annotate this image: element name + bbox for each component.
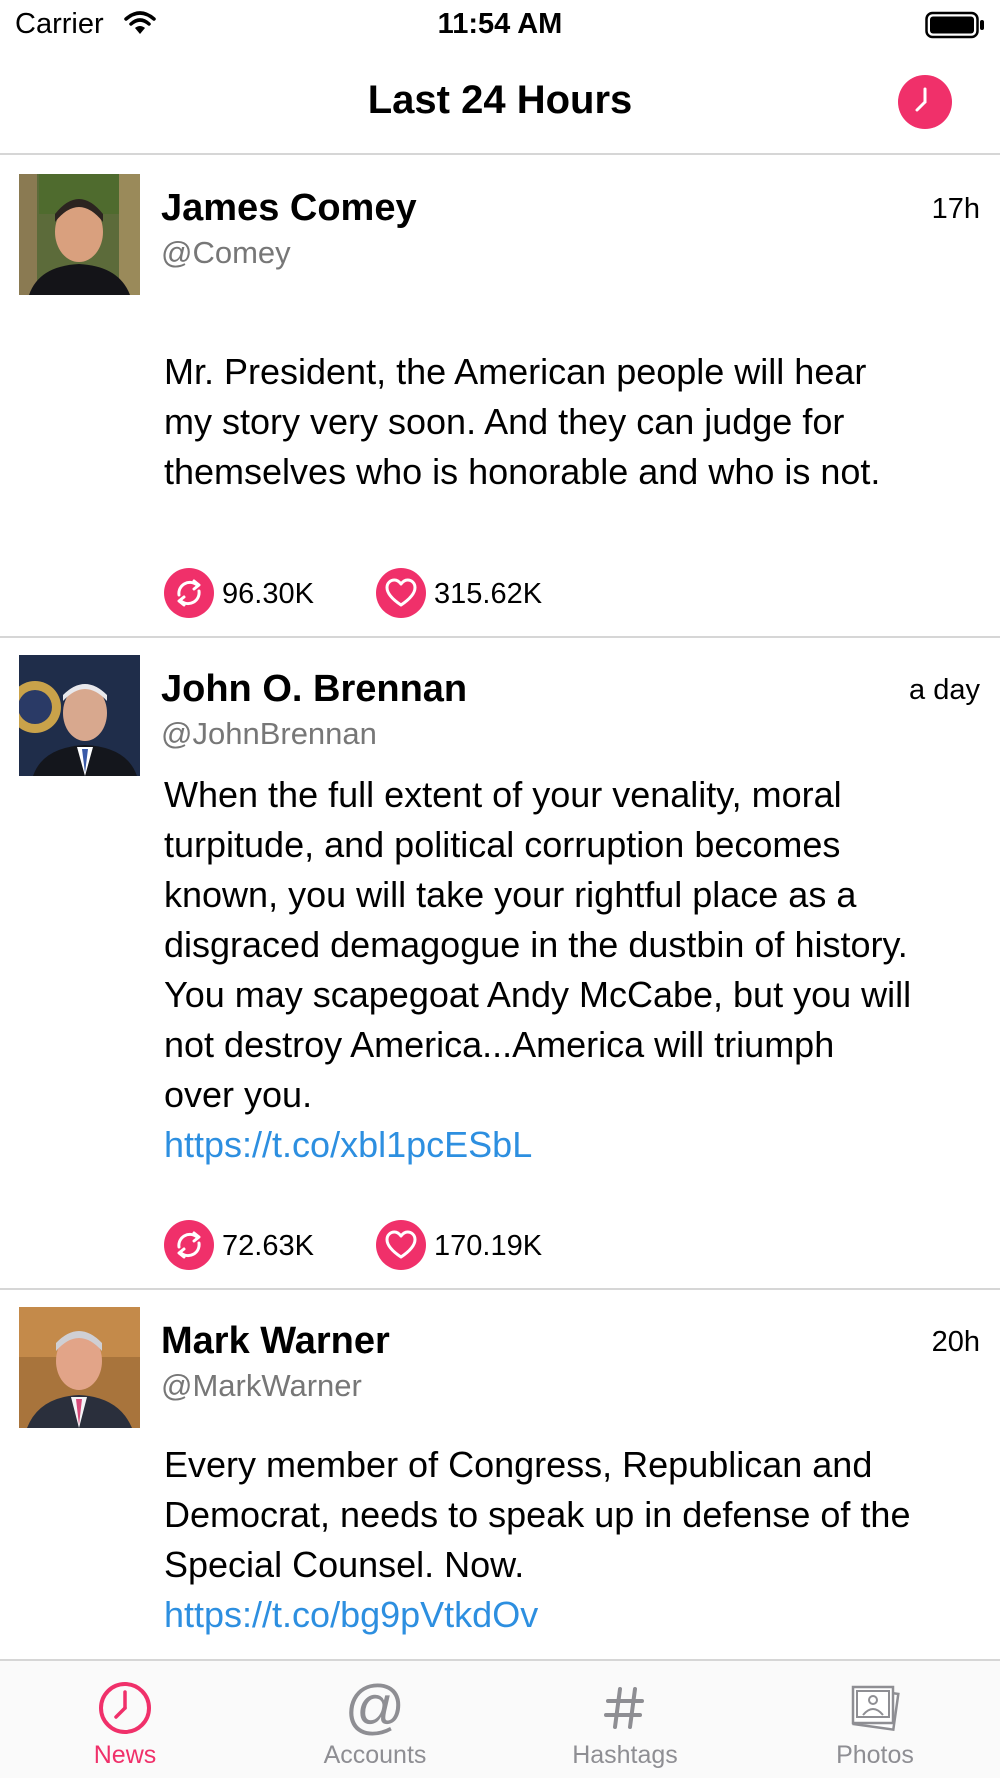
tweet-text-line: known, you will take your rightful place… <box>164 874 857 915</box>
author-handle[interactable]: @JohnBrennan <box>161 716 377 752</box>
tweet-time: 20h <box>931 1326 980 1358</box>
retweet-icon <box>177 579 201 607</box>
tweet-card[interactable]: John O. Brennan @JohnBrennan a day When … <box>0 638 1000 1290</box>
like-count: 170.19K <box>434 1230 543 1262</box>
author-name[interactable]: James Comey <box>161 187 417 230</box>
tweet-text-line: Democrat, needs to speak up in defense o… <box>164 1494 911 1535</box>
tab-label: Accounts <box>323 1741 427 1769</box>
author-handle[interactable]: @Comey <box>161 235 291 271</box>
retweet-count: 96.30K <box>222 578 314 610</box>
tweet-text-line: over you. <box>164 1074 313 1115</box>
tweet-text-line: themselves who is honorable and who is n… <box>164 451 881 492</box>
tweet-card[interactable]: James Comey @Comey 17h Mr. President, th… <box>0 157 1000 638</box>
tab-label: News <box>93 1741 157 1769</box>
heart-icon <box>385 578 417 607</box>
clock-icon <box>99 1682 151 1734</box>
photos-icon <box>851 1685 900 1732</box>
author-name[interactable]: Mark Warner <box>161 1320 390 1363</box>
tweet-link[interactable]: https://t.co/xbl1pcESbL <box>164 1120 994 1170</box>
tweet-time: a day <box>909 674 980 706</box>
tweet-text-line: When the full extent of your venality, m… <box>164 774 842 815</box>
tab-bar: News @ Accounts Hashtags Photos <box>0 1659 1000 1778</box>
avatar[interactable] <box>19 655 140 776</box>
tweet-text: When the full extent of your venality, m… <box>164 770 994 1170</box>
like-count: 315.62K <box>434 578 543 610</box>
author-handle[interactable]: @MarkWarner <box>161 1368 362 1404</box>
tweet-text-line: Special Counsel. Now. <box>164 1544 525 1585</box>
author-name[interactable]: John O. Brennan <box>161 668 467 711</box>
tweet-card[interactable]: Mark Warner @MarkWarner 20h Every member… <box>0 1290 1000 1659</box>
tweet-text-line: not destroy America...America will trium… <box>164 1024 835 1065</box>
svg-text:@: @ <box>346 1679 404 1737</box>
time-filter-button[interactable] <box>898 75 952 129</box>
page-title: Last 24 Hours <box>367 78 633 122</box>
tab-label: Hashtags <box>572 1741 678 1769</box>
tab-news[interactable]: News <box>0 1661 250 1778</box>
navigation-bar: Last 24 Hours <box>0 50 1000 155</box>
status-time: 11:54 AM <box>437 8 563 40</box>
retweet-icon <box>177 1231 201 1259</box>
tweet-text-line: turpitude, and political corruption beco… <box>164 824 841 865</box>
tab-photos[interactable]: Photos <box>750 1661 1000 1778</box>
heart-icon <box>385 1230 417 1259</box>
status-bar: Carrier 11:54 AM <box>0 0 1000 50</box>
battery-icon <box>925 11 984 39</box>
avatar[interactable] <box>19 1307 140 1428</box>
tweet-text-line: Mr. President, the American people will … <box>164 351 867 392</box>
tweet-text-line: Every member of Congress, Republican and <box>164 1444 873 1485</box>
tweet-text-line: my story very soon. And they can judge f… <box>164 401 845 442</box>
tab-label: Photos <box>836 1741 914 1769</box>
clock-icon <box>915 87 927 112</box>
at-sign-icon: @ <box>346 1679 404 1737</box>
tweet-link[interactable]: https://t.co/bg9pVtkdOv <box>164 1590 994 1640</box>
tab-hashtags[interactable]: Hashtags <box>500 1661 750 1778</box>
retweet-count: 72.63K <box>222 1230 314 1262</box>
avatar[interactable] <box>19 174 140 295</box>
tweet-text-line: disgraced demagogue in the dustbin of hi… <box>164 924 908 965</box>
tab-accounts[interactable]: @ Accounts <box>250 1661 500 1778</box>
tweet-text: Mr. President, the American people will … <box>164 347 994 497</box>
tweet-time: 17h <box>931 193 980 225</box>
tweet-text-line: You may scapegoat Andy McCabe, but you w… <box>164 974 912 1015</box>
hashtag-icon <box>604 1687 644 1729</box>
tweet-text: Every member of Congress, Republican and… <box>164 1440 994 1640</box>
tweet-feed[interactable]: James Comey @Comey 17h Mr. President, th… <box>0 157 1000 1659</box>
